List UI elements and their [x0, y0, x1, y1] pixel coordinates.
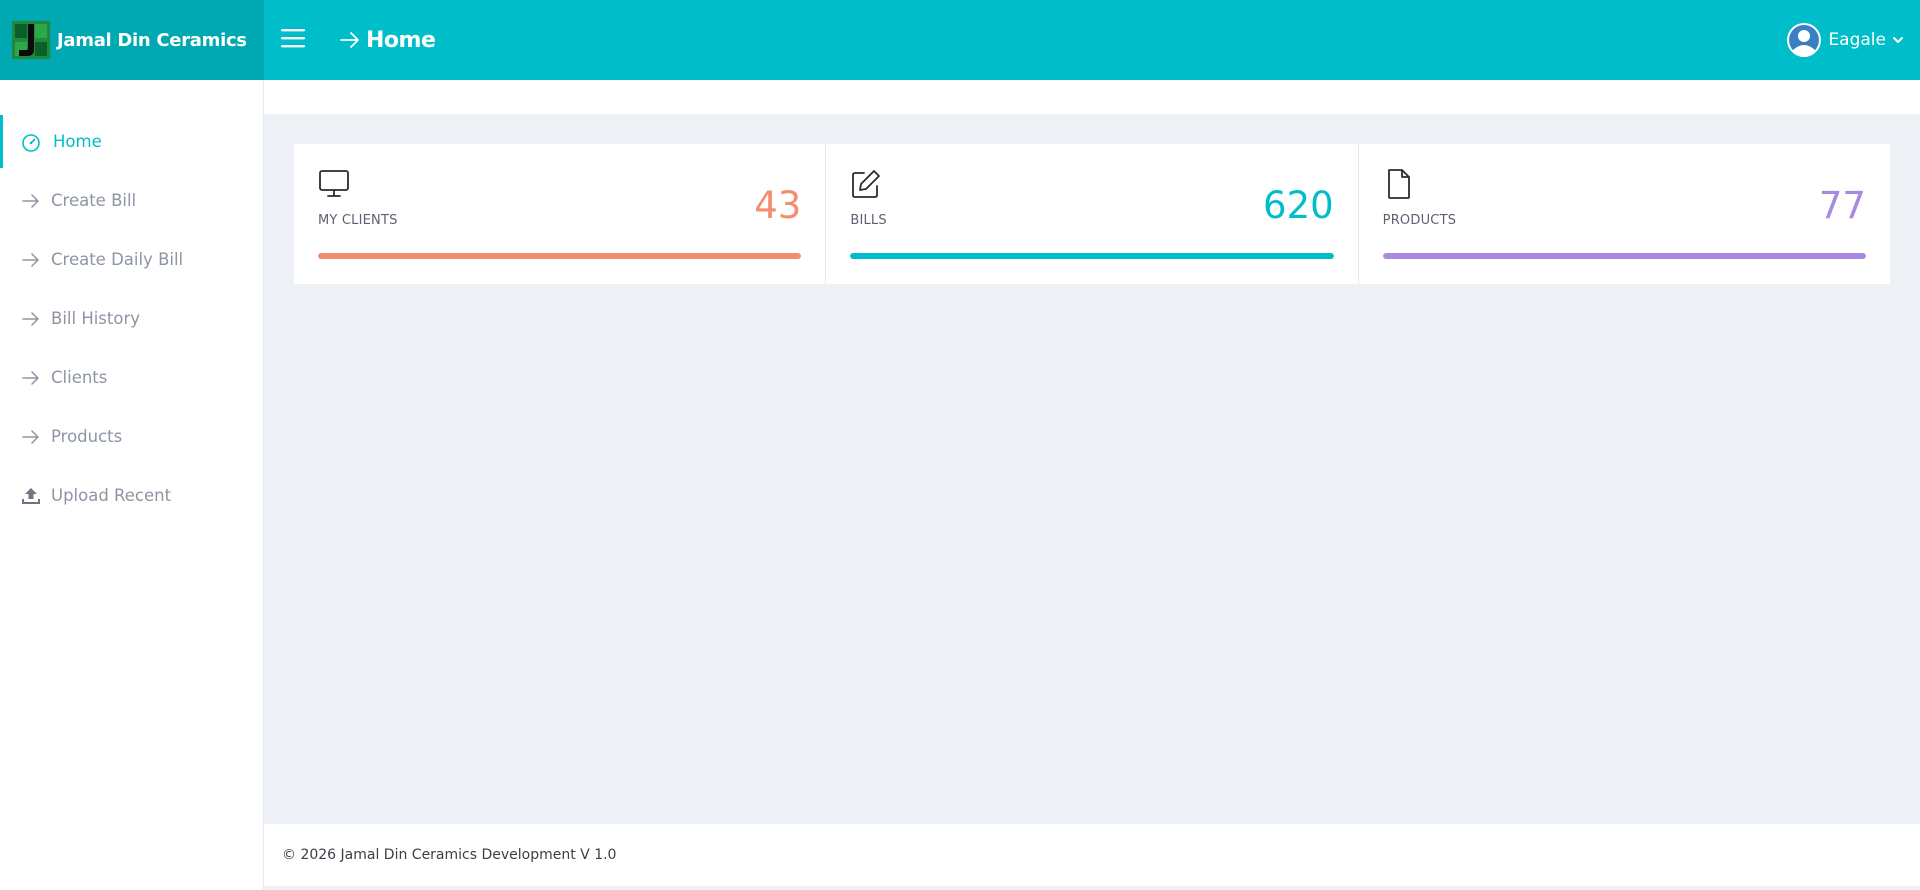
- edit-icon: [852, 170, 881, 198]
- file-icon: [1387, 169, 1410, 199]
- app-root: Jamal Din Ceramics Home Eagale Home Crea…: [0, 0, 1920, 890]
- sidebar-item-products[interactable]: Products: [0, 407, 263, 466]
- user-name: Eagale: [1828, 30, 1886, 50]
- sidebar-item-label: Create Daily Bill: [51, 250, 184, 269]
- sidebar-item-label: Products: [51, 427, 123, 446]
- sidebar-item-clients[interactable]: Clients: [0, 348, 263, 407]
- chevron-down-icon: [1893, 37, 1903, 43]
- stat-progress-bar: [1382, 253, 1866, 259]
- page-title: Home: [366, 27, 436, 53]
- sidebar-item-create-bill[interactable]: Create Bill: [0, 171, 263, 230]
- sidebar-item-label: Create Bill: [51, 191, 137, 210]
- sidebar: Home Create Bill Create Daily Bill Bill …: [0, 80, 264, 890]
- arrow-right-icon: [22, 252, 39, 267]
- sidebar-item-upload-recent[interactable]: Upload Recent: [0, 466, 263, 525]
- top-bar: Jamal Din Ceramics Home Eagale: [0, 0, 1920, 80]
- arrow-right-icon: [22, 311, 39, 326]
- monitor-icon: [319, 170, 349, 197]
- user-menu[interactable]: Eagale: [1786, 22, 1904, 58]
- sidebar-item-bill-history[interactable]: Bill History: [0, 289, 263, 348]
- upload-icon: [22, 487, 40, 504]
- stats-panel: MY CLIENTS 43 BILLS 620 PRODUCTS 77: [294, 144, 1890, 284]
- stat-card-clients[interactable]: MY CLIENTS 43: [294, 144, 827, 284]
- sidebar-nav: Home Create Bill Create Daily Bill Bill …: [0, 80, 263, 525]
- brand[interactable]: Jamal Din Ceramics: [0, 0, 264, 80]
- stat-progress-fill: [1382, 253, 1866, 259]
- stat-label: PRODUCTS: [1382, 213, 1457, 228]
- stat-progress-fill: [850, 253, 1334, 259]
- brand-logo-icon: [12, 21, 50, 59]
- stat-card-bills[interactable]: BILLS 620: [826, 144, 1359, 284]
- sidebar-item-home[interactable]: Home: [0, 112, 263, 171]
- stat-label: BILLS: [850, 213, 887, 228]
- arrow-right-icon: [22, 429, 39, 444]
- footer: © 2026 Jamal Din Ceramics Development V …: [264, 824, 1920, 886]
- arrow-right-icon: [22, 370, 39, 385]
- stat-label: MY CLIENTS: [318, 213, 398, 228]
- dashboard-gauge-icon: [22, 133, 40, 152]
- page-heading: Home: [338, 24, 436, 56]
- footer-copyright: © 2026 Jamal Din Ceramics Development V …: [282, 847, 617, 863]
- stat-value: 620: [1263, 184, 1334, 227]
- sidebar-item-label: Home: [53, 132, 102, 151]
- sidebar-item-label: Upload Recent: [51, 486, 172, 505]
- stat-progress-fill: [318, 253, 802, 259]
- stat-progress-bar: [318, 253, 802, 259]
- stat-value: 43: [754, 184, 802, 227]
- arrow-right-icon: [340, 32, 359, 48]
- stat-progress-bar: [850, 253, 1334, 259]
- avatar: [1787, 23, 1822, 57]
- brand-name: Jamal Din Ceramics: [57, 29, 247, 51]
- sidebar-item-create-daily-bill[interactable]: Create Daily Bill: [0, 230, 263, 289]
- content-top-strip: [264, 80, 1920, 114]
- sidebar-item-label: Clients: [51, 368, 108, 387]
- sidebar-item-label: Bill History: [51, 309, 141, 328]
- stat-card-products[interactable]: PRODUCTS 77: [1359, 144, 1890, 284]
- hamburger-menu-icon[interactable]: [280, 27, 306, 49]
- stat-value: 77: [1818, 184, 1866, 227]
- arrow-right-icon: [22, 193, 39, 208]
